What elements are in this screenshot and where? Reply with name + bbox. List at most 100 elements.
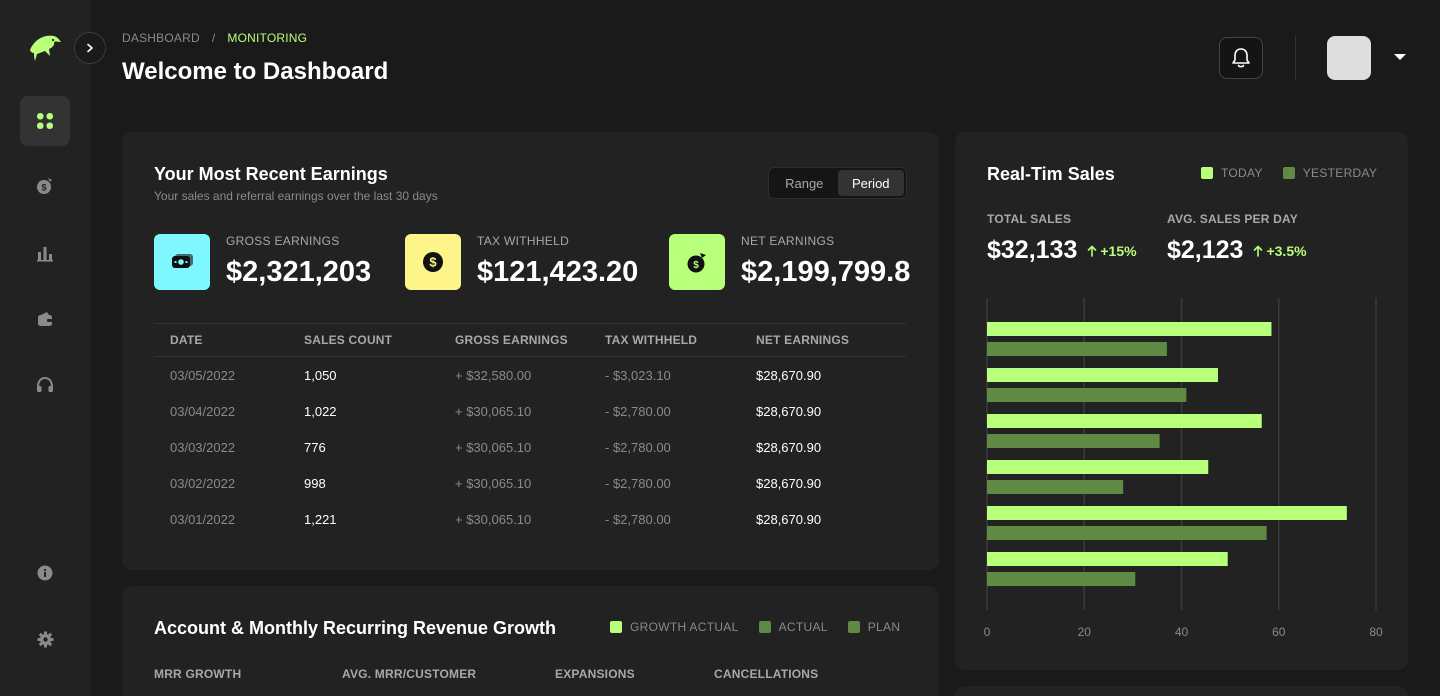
bar-today[interactable] [987,322,1272,336]
x-tick-label: 80 [1369,625,1383,639]
toggle-period[interactable]: Period [837,170,904,196]
table-row[interactable]: 03/01/2022 1,221 + $30,065.10 - $2,780.0… [154,501,906,537]
sidebar-item-wallet[interactable] [20,294,70,344]
toggle-range[interactable]: Range [771,170,838,196]
column-header-gross-earnings[interactable]: GROSS EARNINGS [455,333,605,347]
cell-gross-earnings: + $30,065.10 [455,439,532,455]
cell-tax-withheld: - $3,023.10 [605,367,671,383]
table-row[interactable]: 03/02/2022 998 + $30,065.10 - $2,780.00 … [154,465,906,501]
mrr-legend: GROWTH ACTUAL ACTUAL PLAN [610,620,900,634]
breadcrumb-current: MONITORING [227,31,308,45]
table-header: DATE SALES COUNT GROSS EARNINGS TAX WITH… [154,323,906,357]
cell-tax-withheld: - $2,780.00 [605,403,671,419]
table-row[interactable]: 03/05/2022 1,050 + $32,580.00 - $3,023.1… [154,357,906,393]
breadcrumb-root[interactable]: DASHBOARD [122,31,200,45]
stat-value: $2,321,203 [226,256,372,288]
legend-growth-actual: GROWTH ACTUAL [610,620,739,634]
sidebar-item-analytics[interactable] [20,228,70,278]
earnings-subtitle: Your sales and referral earnings over th… [154,189,438,203]
cell-net-earnings: $28,670.90 [756,511,822,527]
bar-today[interactable] [987,368,1218,382]
earnings-card: Your Most Recent Earnings Your sales and… [122,132,939,570]
bar-today[interactable] [987,414,1262,428]
breadcrumb-separator: / [211,31,216,45]
bar-today[interactable] [987,460,1209,474]
x-tick-label: 20 [1078,625,1092,639]
bar-yesterday[interactable] [987,342,1167,356]
column-header-tax-withheld[interactable]: TAX WITHHELD [605,333,756,347]
wallet-icon [38,312,52,326]
earnings-table: DATE SALES COUNT GROSS EARNINGS TAX WITH… [154,323,906,537]
notifications-button[interactable] [1219,37,1263,79]
sidebar-item-support[interactable] [20,360,70,410]
cell-date: 03/03/2022 [170,439,236,455]
cell-tax-withheld: - $2,780.00 [605,475,671,491]
money-bag-icon: $ [669,234,725,290]
bell-icon [1232,48,1250,68]
bar-yesterday[interactable] [987,526,1267,540]
cell-tax-withheld: - $2,780.00 [605,511,671,527]
avatar[interactable] [1327,36,1371,80]
bar-yesterday[interactable] [987,572,1136,586]
cell-tax-withheld: - $2,780.00 [605,439,671,455]
legend-plan: PLAN [847,620,901,634]
page-title: Welcome to Dashboard [122,58,389,85]
stat-value: $2,199,799.8 [741,256,911,288]
bar-yesterday[interactable] [987,480,1124,494]
bar-yesterday[interactable] [987,434,1160,448]
money-bag-icon: $ [37,178,52,194]
sidebar-item-info[interactable] [20,548,70,598]
sidebar-collapse-button[interactable] [74,32,106,64]
bar-today[interactable] [987,552,1228,566]
mrr-col-expansions: EXPANSIONS [555,667,635,681]
secondary-card [955,686,1408,696]
cell-net-earnings: $28,670.90 [756,439,822,455]
cell-gross-earnings: + $30,065.10 [455,403,532,419]
headphones-icon [37,376,53,392]
column-header-net-earnings[interactable]: NET EARNINGS [756,333,906,347]
dashboard-grid-icon [37,113,53,129]
cell-sales-count: 776 [304,439,326,455]
x-tick-label: 60 [1272,625,1286,639]
sidebar-item-dashboard[interactable] [20,96,70,146]
caret-down-icon[interactable] [1394,54,1406,60]
table-row[interactable]: 03/03/2022 776 + $30,065.10 - $2,780.00 … [154,429,906,465]
bar-today[interactable] [987,506,1347,520]
legend-actual: ACTUAL [758,620,828,634]
cell-gross-earnings: + $30,065.10 [455,511,532,527]
chevron-right-icon [87,43,93,53]
column-header-date[interactable]: DATE [154,333,304,347]
sidebar-item-settings[interactable] [20,614,70,664]
breadcrumb: DASHBOARD / MONITORING [122,31,307,45]
x-tick-label: 40 [1175,625,1189,639]
cash-icon [154,234,210,290]
column-header-sales-count[interactable]: SALES COUNT [304,333,455,347]
realtime-sales-chart: 0 20 40 60 80 [984,298,1383,639]
cell-sales-count: 1,050 [304,367,337,383]
cell-net-earnings: $28,670.90 [756,367,822,383]
table-row[interactable]: 03/04/2022 1,022 + $30,065.10 - $2,780.0… [154,393,906,429]
svg-text:$: $ [429,255,437,270]
x-tick-label: 0 [984,625,991,639]
svg-text:$: $ [693,260,699,271]
mrr-title: Account & Monthly Recurring Revenue Grow… [154,618,557,638]
legend-label: PLAN [867,620,901,634]
stat-value: $121,423.20 [477,256,639,288]
realtime-sales-card: Real-Tim Sales TODAY YESTERDAY TOTAL SAL… [955,132,1408,670]
sidebar: $ [0,0,90,696]
bar-yesterday[interactable] [987,388,1187,402]
legend-swatch [847,621,860,633]
sidebar-item-earnings[interactable]: $ [20,161,70,211]
legend-label: GROWTH ACTUAL [630,620,739,634]
cell-date: 03/02/2022 [170,475,236,491]
header-divider [1295,36,1296,80]
svg-text:$: $ [41,183,46,193]
stat-tax-withheld: $ TAX WITHHELD $121,423.20 [405,234,638,290]
dolphin-logo-icon[interactable] [28,32,62,62]
mrr-col-growth: MRR GROWTH [154,667,242,681]
cell-gross-earnings: + $30,065.10 [455,475,532,491]
earnings-title: Your Most Recent Earnings [154,164,388,184]
stat-label: TAX WITHHELD [477,234,570,248]
cell-gross-earnings: + $32,580.00 [455,367,532,383]
legend-swatch [758,621,771,633]
